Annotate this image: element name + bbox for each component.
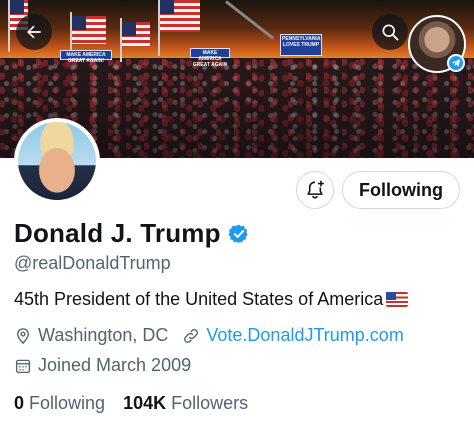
website-link[interactable]: Vote.DonaldJTrump.com (206, 325, 403, 346)
notifications-button[interactable] (296, 171, 334, 209)
display-name-row: Donald J. Trump (14, 218, 250, 249)
follow-stats: 0 Following 104K Followers (14, 393, 266, 414)
following-count: 0 (14, 393, 25, 413)
us-flag-decoration (72, 16, 106, 44)
telegram-badge-icon (447, 54, 465, 72)
search-icon (382, 24, 399, 41)
verified-badge-icon (228, 224, 248, 243)
arrow-left-icon (27, 25, 41, 39)
user-handle: @realDonaldTrump (14, 253, 171, 273)
joined-date: Joined March 2009 (14, 355, 191, 376)
website[interactable]: Vote.DonaldJTrump.com (182, 325, 404, 346)
calendar-icon (15, 359, 31, 373)
banner-sign: MAKE AMERICA GREAT AGAIN! (60, 50, 112, 64)
joined-text: Joined March 2009 (38, 355, 192, 375)
profile-avatar[interactable] (14, 118, 100, 204)
location: Washington, DC (14, 325, 168, 346)
following-button[interactable]: Following (342, 171, 460, 209)
back-button[interactable] (16, 14, 52, 50)
banner-sign: MAKE AMERICA GREAT AGAIN (190, 48, 230, 68)
camera-crane (225, 0, 275, 40)
us-flag-emoji-icon (386, 292, 409, 307)
following-label: Following (29, 393, 106, 413)
paper-plane-icon (451, 59, 461, 67)
following-stat[interactable]: 0 Following (14, 393, 105, 414)
profile-bio: 45th President of the United States of A… (14, 289, 409, 310)
location-text: Washington, DC (38, 325, 169, 345)
display-name: Donald J. Trump (14, 218, 221, 248)
us-flag-decoration (160, 0, 200, 32)
profile-meta: Washington, DC Vote.DonaldJTrump.com (14, 325, 418, 346)
bio-text: 45th President of the United States of A… (14, 289, 384, 309)
followers-count: 104K (123, 393, 167, 413)
bell-plus-icon (307, 180, 325, 199)
location-pin-icon (17, 327, 29, 344)
search-button[interactable] (372, 14, 408, 50)
us-flag-decoration (122, 22, 150, 46)
banner-sign: PENNSYLVANIA LOVES TRUMP (280, 34, 322, 56)
followers-stat[interactable]: 104K Followers (123, 393, 248, 414)
link-icon (184, 328, 199, 343)
followers-label: Followers (171, 393, 249, 413)
